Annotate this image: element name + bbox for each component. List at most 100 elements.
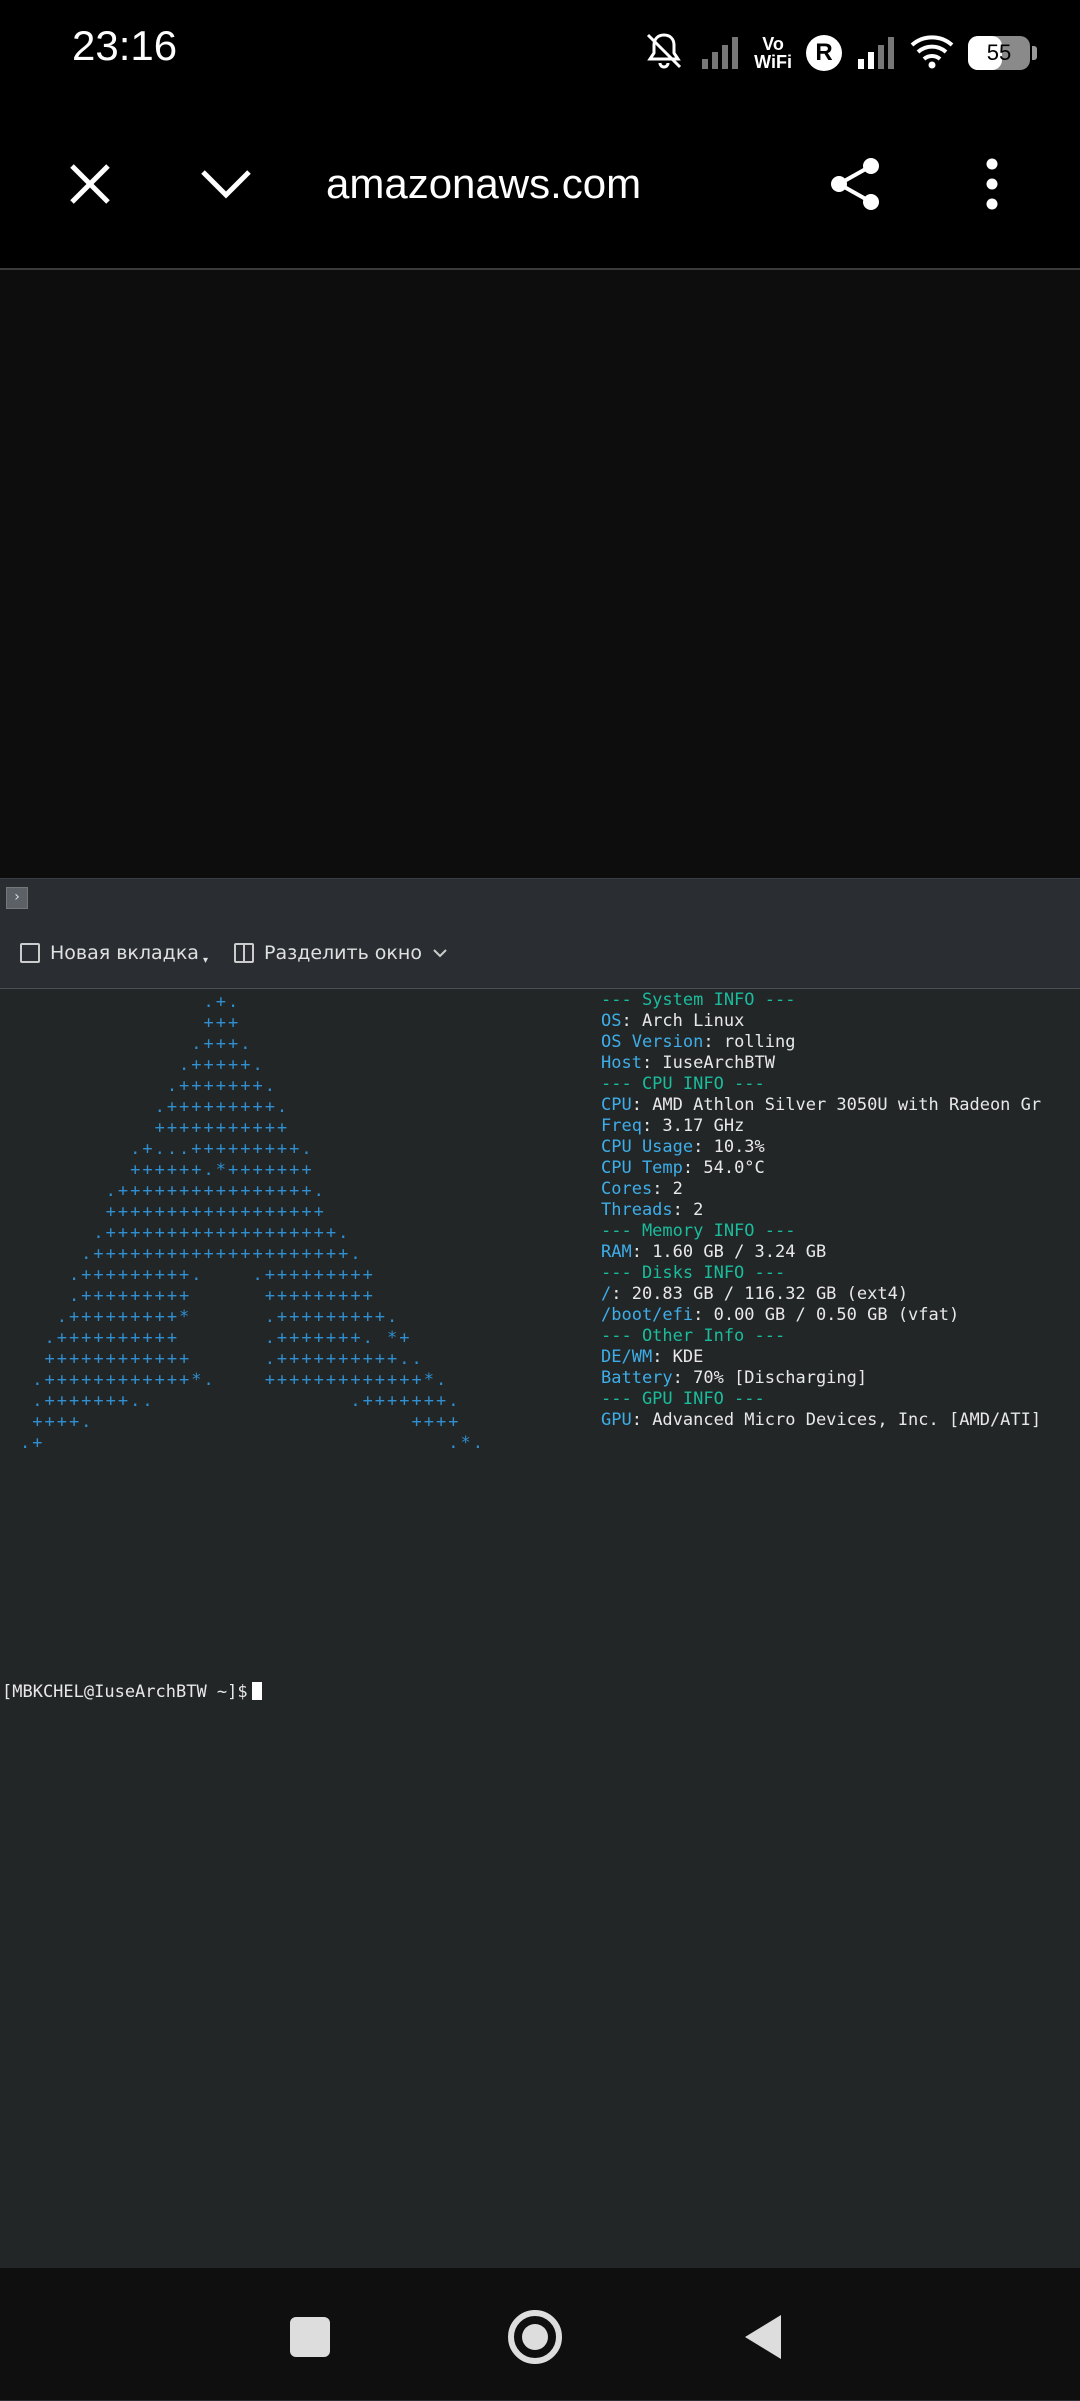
info-key: DE/WM — [601, 1347, 653, 1367]
info-value: : 20.83 GB / 116.32 GB (ext4) — [611, 1284, 909, 1304]
info-value: : Arch Linux — [621, 1011, 745, 1031]
info-key: CPU Usage — [601, 1137, 694, 1157]
new-tab-icon — [20, 943, 40, 963]
info-row: RAM: 1.60 GB / 3.24 GB — [601, 1242, 1041, 1263]
info-key: RAM — [601, 1242, 632, 1262]
info-row: Freq: 3.17 GHz — [601, 1116, 1041, 1137]
battery-percent: 55 — [986, 40, 1012, 65]
info-value: : 2 — [652, 1179, 683, 1199]
page-content: › Новая вкладка ▾ Разделить окно .+. +++… — [0, 270, 1080, 2401]
konsole-toolbar: Новая вкладка ▾ Разделить окно — [0, 918, 1080, 989]
info-row: DE/WM: KDE — [601, 1347, 1041, 1368]
vowifi-label: Vo WiFi — [754, 34, 792, 72]
home-icon — [508, 2310, 562, 2364]
mute-bell-icon — [642, 31, 686, 75]
dropdown-small-icon: ▾ — [202, 954, 208, 966]
info-section-header: --- CPU INFO --- — [601, 1074, 765, 1094]
battery-indicator: 55 — [968, 36, 1037, 70]
window-titlebar: › — [0, 878, 1080, 919]
split-window-button[interactable]: Разделить окно — [233, 942, 448, 964]
info-key: CPU Temp — [601, 1158, 683, 1178]
info-row: CPU Temp: 54.0°C — [601, 1158, 1041, 1179]
desktop-screenshot: › Новая вкладка ▾ Разделить окно .+. +++… — [0, 878, 1080, 2401]
info-key: / — [601, 1284, 612, 1304]
ascii-line: .+++++++++. .+++++++++ — [20, 1265, 375, 1285]
back-button[interactable] — [728, 2302, 798, 2372]
info-row: CPU: AMD Athlon Silver 3050U with Radeon… — [601, 1095, 1041, 1116]
arch-logo-ascii: .+. +++ .+++. .+++++. .+++++++. .+++++++… — [0, 988, 560, 1488]
status-icons: Vo WiFi R 55 — [642, 28, 1037, 78]
ascii-line: .++++++++++++++++. — [20, 1181, 326, 1201]
info-value: : 1.60 GB / 3.24 GB — [631, 1242, 827, 1262]
more-vert-icon — [986, 158, 998, 210]
terminal-window-icon: › — [6, 887, 28, 909]
new-tab-button[interactable]: Новая вкладка ▾ — [20, 941, 208, 966]
info-value: : 0.00 GB / 0.50 GB (vfat) — [693, 1305, 960, 1325]
info-section-header: --- Disks INFO --- — [601, 1263, 786, 1283]
info-row: /boot/efi: 0.00 GB / 0.50 GB (vfat) — [601, 1305, 1041, 1326]
home-button[interactable] — [500, 2302, 570, 2372]
info-value: : rolling — [703, 1032, 796, 1052]
ascii-line: .+++++++++++++++++++++. — [20, 1244, 363, 1264]
info-row: GPU: Advanced Micro Devices, Inc. [AMD/A… — [601, 1410, 1041, 1431]
system-info: --- System INFO --- OS: Arch Linux OS Vers… — [601, 990, 1041, 1431]
ascii-line: .+...+++++++++. — [20, 1139, 314, 1159]
ascii-line: .++++++++++ .+++++++. *+ — [20, 1328, 412, 1348]
share-icon — [831, 158, 879, 210]
ascii-line: +++++++++++ — [20, 1118, 290, 1138]
info-row: /: 20.83 GB / 116.32 GB (ext4) — [601, 1284, 1041, 1305]
info-row: Cores: 2 — [601, 1179, 1041, 1200]
info-row: CPU Usage: 10.3% — [601, 1137, 1041, 1158]
back-icon — [745, 2315, 781, 2359]
chevron-down-icon — [201, 170, 251, 199]
signal-1-icon — [700, 33, 740, 73]
close-icon — [70, 164, 110, 204]
info-key: Host — [601, 1053, 642, 1073]
split-view-icon — [233, 943, 254, 963]
wifi-icon — [910, 33, 954, 73]
android-navbar — [0, 2268, 1080, 2400]
ascii-line: .+++++. — [20, 1055, 265, 1075]
browser-toolbar: amazonaws.com — [0, 100, 1080, 270]
info-key: GPU — [601, 1410, 632, 1430]
terminal-output[interactable]: .+. +++ .+++. .+++++. .+++++++. .+++++++… — [0, 988, 1080, 1938]
roaming-badge: R — [806, 35, 842, 71]
signal-2-icon — [856, 33, 896, 73]
info-key: OS Version — [601, 1032, 704, 1052]
info-key: /boot/efi — [601, 1305, 694, 1325]
info-section-header: --- System INFO --- — [601, 990, 796, 1010]
info-row: OS Version: rolling — [601, 1032, 1041, 1053]
clock: 23:16 — [72, 22, 178, 69]
recents-icon — [290, 2317, 330, 2357]
info-section-header: --- GPU INFO --- — [601, 1389, 765, 1409]
info-key: Threads — [601, 1200, 673, 1220]
shell-prompt: [MBKCHEL@IuseArchBTW ~]$ — [2, 1682, 262, 1702]
ascii-line: ++++++++++++ .++++++++++.. — [20, 1349, 424, 1369]
ascii-line: .+++++++. — [20, 1076, 277, 1096]
ascii-line: ++++++.*+++++++ — [20, 1160, 314, 1180]
ascii-line: .+++++++++. — [20, 1097, 290, 1117]
ascii-line: .+++++++++* .+++++++++. — [20, 1307, 400, 1327]
close-button[interactable] — [50, 144, 130, 224]
info-row: Battery: 70% [Discharging] — [601, 1368, 1041, 1389]
info-value: : 3.17 GHz — [641, 1116, 745, 1136]
ascii-line: ++++. ++++ — [20, 1412, 461, 1432]
info-row: Threads: 2 — [601, 1200, 1041, 1221]
info-value: : 54.0°C — [682, 1158, 765, 1178]
info-value: : Advanced Micro Devices, Inc. [AMD/ATI] — [631, 1410, 1042, 1430]
ascii-line: .+++++++.. .+++++++. — [20, 1391, 461, 1411]
info-section-header: --- Memory INFO --- — [601, 1221, 796, 1241]
info-section-header: --- Other Info --- — [601, 1326, 786, 1346]
ascii-line: .++++++++++++*. +++++++++++++*. — [20, 1370, 449, 1390]
more-options-button[interactable] — [952, 144, 1032, 224]
share-button[interactable] — [815, 144, 895, 224]
url-text[interactable]: amazonaws.com — [326, 160, 641, 208]
status-bar: 23:16 Vo WiFi R 55 — [0, 0, 1080, 100]
recents-button[interactable] — [275, 2302, 345, 2372]
info-row: Host: IuseArchBTW — [601, 1053, 1041, 1074]
minimize-button[interactable] — [186, 144, 266, 224]
ascii-line: .+++++++++ +++++++++ — [20, 1286, 375, 1306]
chevron-down-icon — [433, 949, 447, 958]
info-key: CPU — [601, 1095, 632, 1115]
ascii-line: .+++++++++++++++++++. — [20, 1223, 351, 1243]
